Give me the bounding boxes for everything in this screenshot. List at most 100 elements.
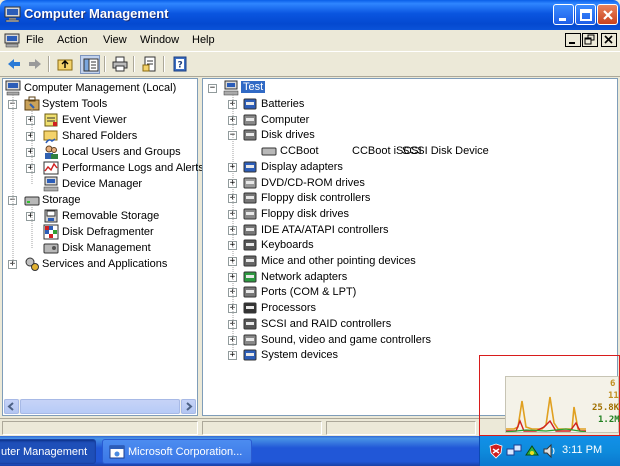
scroll-right-button[interactable] xyxy=(181,399,196,414)
tree-lines xyxy=(232,93,234,355)
device-category-network-adapters[interactable]: + Network adapters xyxy=(204,269,604,285)
device-category-floppy-disk-controllers[interactable]: + Floppy disk controllers xyxy=(204,190,604,206)
tree-label: Shared Folders xyxy=(62,130,138,142)
security-shield-icon[interactable] xyxy=(488,443,504,459)
device-category-label: Sound, video and game controllers xyxy=(261,333,431,346)
disk-drive-icon xyxy=(261,147,277,156)
device-category-disk-drives[interactable]: − Disk drives xyxy=(204,127,604,143)
tree-label: Disk Management xyxy=(62,242,151,254)
device-category-floppy-disk-drives[interactable]: + Floppy disk drives xyxy=(204,206,604,222)
menu-file[interactable]: File xyxy=(26,34,44,46)
maximize-icon xyxy=(580,9,592,21)
device-disk-drive[interactable]: CCBoot CCBoot iSCSI SCSI Disk Device xyxy=(204,143,604,159)
disk-drive-label: SCSI Disk Device xyxy=(402,145,489,158)
tree-label: Disk Defragmenter xyxy=(62,226,154,238)
taskbar-button-label: Microsoft Corporation... xyxy=(128,446,243,458)
up-one-level-button[interactable] xyxy=(55,55,75,74)
scroll-thumb[interactable] xyxy=(20,399,180,414)
status-cell xyxy=(2,421,198,435)
tree-label: Event Viewer xyxy=(62,114,127,126)
device-category-keyboards[interactable]: + Keyboards xyxy=(204,237,604,253)
device-category-label: DVD/CD-ROM drives xyxy=(261,176,365,189)
window-icon xyxy=(109,445,125,459)
device-category-dvd-cd-rom-drives[interactable]: + DVD/CD-ROM drives xyxy=(204,175,604,191)
device-category-label: Network adapters xyxy=(261,270,348,283)
volume-icon[interactable] xyxy=(542,443,558,459)
device-category-scsi-and-raid-controllers[interactable]: + SCSI and RAID controllers xyxy=(204,316,604,332)
folder-up-icon xyxy=(57,59,73,71)
toolbar-separator xyxy=(133,56,135,72)
device-category-label: IDE ATA/ATAPI controllers xyxy=(261,223,389,236)
back-button[interactable] xyxy=(4,55,24,74)
show-hide-tree-button[interactable] xyxy=(80,55,100,74)
properties-button[interactable] xyxy=(140,55,160,74)
tree-label: Device Manager xyxy=(62,178,143,190)
device-category-label: Batteries xyxy=(261,98,305,110)
system-tray: 3:11 PM xyxy=(479,436,620,466)
arrow-right-icon xyxy=(186,402,193,411)
device-category-ports-com-lpt[interactable]: + Ports (COM & LPT) xyxy=(204,284,604,300)
clock[interactable]: 3:11 PM xyxy=(562,444,602,456)
menu-bar: File Action View Window Help xyxy=(0,30,620,51)
disk-drive-label: CCBoot xyxy=(280,145,319,158)
taskbar-button-computer-management[interactable]: uter Management xyxy=(0,439,96,464)
title-bar[interactable]: Computer Management xyxy=(0,0,620,30)
toolbar: ? xyxy=(0,51,620,77)
mdi-minimize-button[interactable] xyxy=(565,33,581,47)
menu-window[interactable]: Window xyxy=(140,34,179,46)
device-category-ide-ata-atapi-controllers[interactable]: + IDE ATA/ATAPI controllers xyxy=(204,222,604,238)
minimize-icon xyxy=(559,18,566,21)
mdi-restore-button[interactable] xyxy=(582,33,598,47)
device-category-label: System devices xyxy=(261,349,339,362)
toolbar-separator xyxy=(48,56,50,72)
arrow-left-icon xyxy=(7,402,14,411)
device-category-display-adapters[interactable]: + Display adapters xyxy=(204,159,604,175)
scroll-left-button[interactable] xyxy=(4,399,19,414)
monitor-value-1: 6 xyxy=(610,379,616,389)
mdi-close-button[interactable] xyxy=(601,33,617,47)
forward-button[interactable] xyxy=(25,55,45,74)
device-category-processors[interactable]: + Processors xyxy=(204,300,604,316)
device-category-label: Mice and other pointing devices xyxy=(261,255,416,267)
close-button[interactable] xyxy=(597,4,618,25)
device-category-label: Display adapters xyxy=(261,160,343,173)
computer-icon[interactable] xyxy=(4,33,20,48)
device-category-mice-and-other-pointing-devices[interactable]: + Mice and other pointing devices xyxy=(204,253,604,269)
monitor-value-3: 25.8K xyxy=(592,403,620,413)
toolbar-separator xyxy=(163,56,165,72)
menu-action[interactable]: Action xyxy=(57,34,88,46)
app-window: Computer Management File Action View Win… xyxy=(0,0,620,466)
tree-label: Local Users and Groups xyxy=(62,146,181,158)
close-icon xyxy=(603,10,613,20)
device-category-label: SCSI and RAID controllers xyxy=(261,317,392,330)
back-arrow-icon xyxy=(8,59,20,69)
console-tree-pane[interactable]: Computer Management (Local) − System Too… xyxy=(2,78,204,416)
monitor-value-2: 11 xyxy=(608,391,619,401)
window-title: Computer Management xyxy=(24,6,169,21)
menu-view[interactable]: View xyxy=(103,34,127,46)
menu-help[interactable]: Help xyxy=(192,34,215,46)
help-button[interactable]: ? xyxy=(170,55,190,74)
forward-arrow-icon xyxy=(29,59,41,69)
device-category-batteries[interactable]: + Batteries xyxy=(204,96,604,112)
horizontal-scrollbar[interactable] xyxy=(4,399,196,414)
minimize-button[interactable] xyxy=(553,4,574,25)
help-book-icon: ? xyxy=(173,56,187,72)
device-category-label: Floppy disk drives xyxy=(261,207,350,220)
network-monitor-widget[interactable]: 6 11 25.8K 1.2M xyxy=(505,376,620,433)
device-category-label: Floppy disk controllers xyxy=(261,192,371,205)
minimize-icon xyxy=(569,42,575,44)
device-category-computer[interactable]: + Computer xyxy=(204,112,604,128)
tray-app-icon[interactable] xyxy=(524,443,540,459)
device-tree-root[interactable]: − Test xyxy=(204,80,604,96)
status-cell xyxy=(326,421,476,435)
console-tree-icon xyxy=(83,58,99,72)
print-button[interactable] xyxy=(110,55,130,74)
device-category-label: Keyboards xyxy=(261,239,314,252)
device-category-sound-video-and-game-controllers[interactable]: + Sound, video and game controllers xyxy=(204,332,604,348)
maximize-button[interactable] xyxy=(575,4,596,25)
device-category-label: Computer xyxy=(261,113,310,126)
network-icon[interactable] xyxy=(506,443,522,459)
taskbar-button-microsoft-corporation[interactable]: Microsoft Corporation... xyxy=(102,439,252,464)
taskbar: uter Management Microsoft Corporation...… xyxy=(0,436,620,466)
